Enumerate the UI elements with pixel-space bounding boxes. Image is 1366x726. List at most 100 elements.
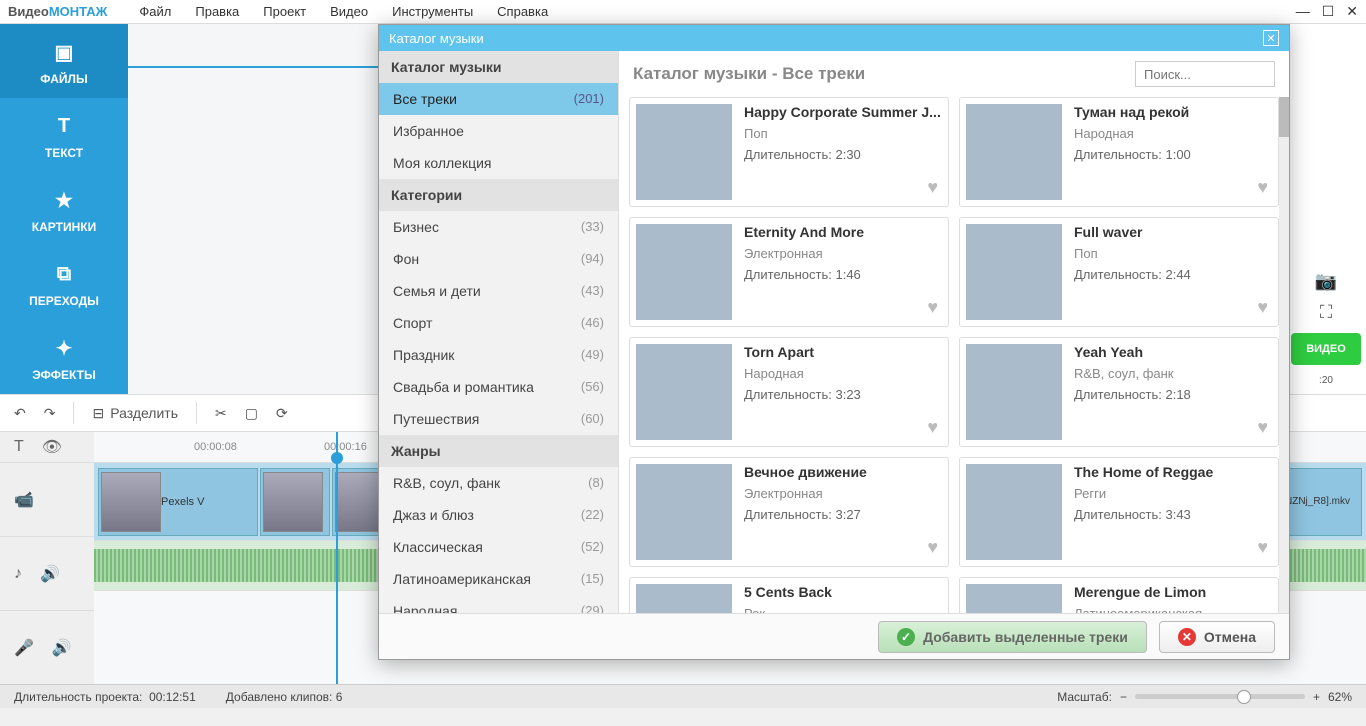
menu-video[interactable]: Видео [318,4,380,19]
text-track-icon[interactable]: T [14,438,24,456]
catalog-category-item[interactable]: Свадьба и романтика(56) [379,371,618,403]
category-count: (52) [581,539,604,555]
favorite-icon[interactable]: ♥ [1257,177,1268,198]
fullscreen-icon[interactable]: ⛶ [1320,302,1333,323]
mic-track-icon[interactable]: 🎤 [14,638,34,658]
speaker-icon[interactable]: 🔊 [40,564,60,584]
track-title: Happy Corporate Summer J... [744,104,941,120]
category-count: (94) [581,251,604,267]
rotate-button[interactable]: ⟳ [276,405,288,422]
speaker-icon[interactable]: 🔊 [52,638,72,658]
cut-button[interactable]: ✂ [215,405,227,422]
catalog-category-item[interactable]: R&B, соул, фанк(8) [379,467,618,499]
menu-project[interactable]: Проект [251,4,318,19]
eye-icon[interactable]: 👁 [42,437,62,457]
track-thumb [966,464,1062,560]
favorite-icon[interactable]: ♥ [927,537,938,558]
favorite-icon[interactable]: ♥ [1257,537,1268,558]
sidebar-tab-files[interactable]: ▣ФАЙЛЫ [0,24,128,98]
track-genre: Рок [744,606,861,613]
catalog-category-item[interactable]: Классическая(52) [379,531,618,563]
track-title: Merengue de Limon [1074,584,1206,600]
category-label: Моя коллекция [393,155,492,171]
catalog-category-item[interactable]: Все треки(201) [379,83,618,115]
video-clip[interactable] [260,468,330,536]
record-video-button[interactable]: ВИДЕО [1291,333,1361,365]
split-button[interactable]: ⊟ Разделить [92,405,178,422]
redo-button[interactable]: ↷ [44,405,56,422]
modal-titlebar[interactable]: Каталог музыки ✕ [379,25,1289,51]
scrollbar[interactable] [1279,97,1289,613]
track-duration: Длительность: 3:27 [744,507,867,522]
video-clip[interactable]: Pexels V [98,468,258,536]
track-title: The Home of Reggae [1074,464,1213,480]
add-tracks-button[interactable]: ✓Добавить выделенные треки [878,621,1147,653]
favorite-icon[interactable]: ♥ [927,297,938,318]
track-card[interactable]: Yeah Yeah R&B, соул, фанк Длительность: … [959,337,1279,447]
clip-thumb [263,472,323,532]
track-card[interactable]: Torn Apart Народная Длительность: 3:23 ♥ [629,337,949,447]
favorite-icon[interactable]: ♥ [1257,297,1268,318]
zoom-in-button[interactable]: + [1313,690,1320,704]
audio-track-icon[interactable]: ♪ [14,565,22,583]
menu-file[interactable]: Файл [127,4,183,19]
track-info: Eternity And More Электронная Длительнос… [732,224,864,320]
clips-count: Добавлено клипов: 6 [226,690,343,704]
catalog-section-head: Жанры [379,435,618,467]
search-input[interactable] [1135,61,1275,87]
maximize-icon[interactable]: ☐ [1322,3,1335,20]
catalog-category-item[interactable]: Бизнес(33) [379,211,618,243]
track-card[interactable]: Вечное движение Электронная Длительность… [629,457,949,567]
track-card[interactable]: Туман над рекой Народная Длительность: 1… [959,97,1279,207]
category-label: Путешествия [393,411,479,427]
zoom-out-button[interactable]: − [1120,690,1127,704]
modal-close-button[interactable]: ✕ [1263,30,1279,46]
catalog-category-item[interactable]: Избранное [379,115,618,147]
video-clip[interactable]: NZNj_R8].mkv [1282,468,1362,536]
favorite-icon[interactable]: ♥ [927,417,938,438]
sidebar-tab-transitions[interactable]: ⧉ПЕРЕХОДЫ [0,246,128,320]
catalog-category-item[interactable]: Моя коллекция [379,147,618,179]
track-card[interactable]: Happy Corporate Summer J... Поп Длительн… [629,97,949,207]
category-count: (22) [581,507,604,523]
catalog-category-item[interactable]: Народная(29) [379,595,618,613]
favorite-icon[interactable]: ♥ [1257,417,1268,438]
category-label: Свадьба и романтика [393,379,534,395]
menu-help[interactable]: Справка [485,4,560,19]
catalog-category-item[interactable]: Семья и дети(43) [379,275,618,307]
track-genre: R&B, соул, фанк [1074,366,1191,381]
category-label: Спорт [393,315,432,331]
menu-edit[interactable]: Правка [183,4,251,19]
crop-button[interactable]: ▢ [245,405,258,422]
sidebar-tab-text[interactable]: TТЕКСТ [0,98,128,172]
favorite-icon[interactable]: ♥ [927,177,938,198]
minimize-icon[interactable]: — [1296,3,1310,20]
snapshot-icon[interactable]: 📷 [1315,271,1337,292]
track-thumb [636,224,732,320]
sidebar-tab-effects[interactable]: ✦ЭФФЕКТЫ [0,320,128,394]
catalog-category-item[interactable]: Путешествия(60) [379,403,618,435]
playhead[interactable] [336,432,338,684]
catalog-category-item[interactable]: Праздник(49) [379,339,618,371]
undo-button[interactable]: ↶ [14,405,26,422]
catalog-category-item[interactable]: Фон(94) [379,243,618,275]
cancel-button[interactable]: ✕Отмена [1159,621,1275,653]
menu-tools[interactable]: Инструменты [380,4,485,19]
track-card[interactable]: 5 Cents Back Рок Длительность: 2:06 ♥ [629,577,949,613]
track-card[interactable]: Full waver Поп Длительность: 2:44 ♥ [959,217,1279,327]
track-card[interactable]: Eternity And More Электронная Длительнос… [629,217,949,327]
zoom-slider[interactable] [1135,694,1305,699]
catalog-category-item[interactable]: Спорт(46) [379,307,618,339]
category-count: (49) [581,347,604,363]
track-card[interactable]: Merengue de Limon Латиноамериканская ♥ [959,577,1279,613]
video-track-icon[interactable]: 📹 [14,490,34,510]
ruler-tick: 00:00:16 [324,441,367,453]
track-labels: T 👁 📹 ♪ 🔊 🎤 🔊 [0,432,94,684]
catalog-category-item[interactable]: Джаз и блюз(22) [379,499,618,531]
close-icon[interactable]: ✕ [1346,3,1358,20]
category-label: Латиноамериканская [393,571,531,587]
track-card[interactable]: The Home of Reggae Регги Длительность: 3… [959,457,1279,567]
sidebar-tab-pictures[interactable]: ★КАРТИНКИ [0,172,128,246]
track-duration: Длительность: 3:43 [1074,507,1213,522]
catalog-category-item[interactable]: Латиноамериканская(15) [379,563,618,595]
